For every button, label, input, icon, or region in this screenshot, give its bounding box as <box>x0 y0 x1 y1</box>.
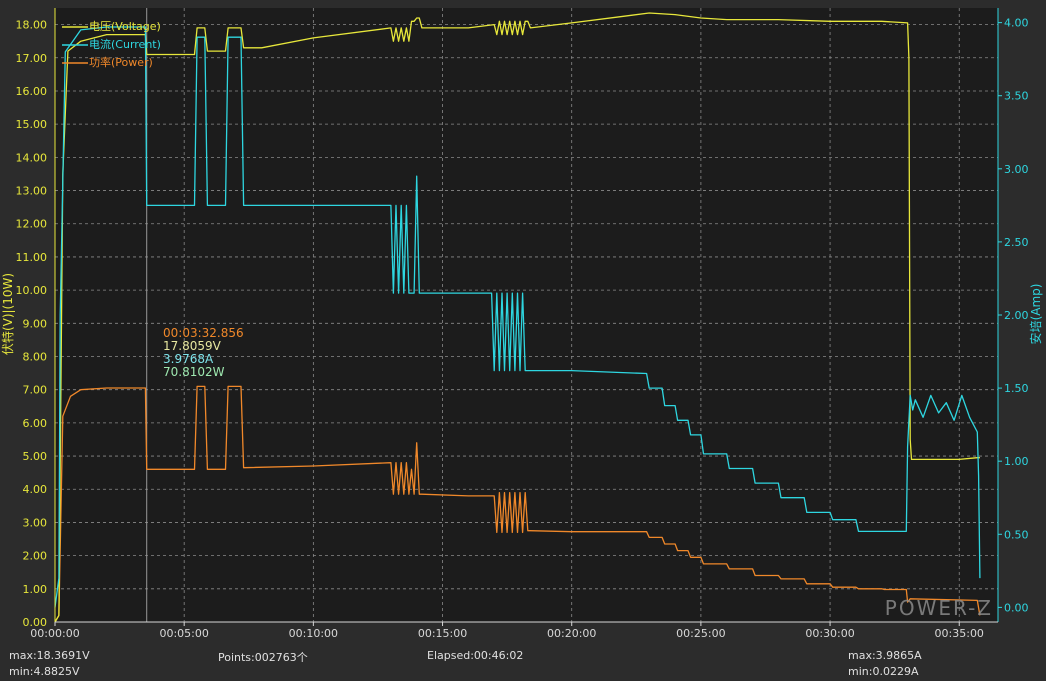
max-current: max:3.9865A <box>848 649 922 662</box>
y-tick-label: 9.00 <box>23 317 48 330</box>
readout-time: 00:03:32.856 <box>163 326 244 340</box>
y2-tick-label: 0.00 <box>1004 601 1029 614</box>
y-tick-label: 6.00 <box>23 417 48 430</box>
x-tick-label: 00:35:00 <box>935 627 984 640</box>
x-tick-label: 00:10:00 <box>289 627 338 640</box>
y-tick-label: 13.00 <box>16 185 48 198</box>
x-tick-label: 00:05:00 <box>159 627 208 640</box>
y-tick-label: 17.00 <box>16 52 48 65</box>
y-tick-label: 5.00 <box>23 450 48 463</box>
readout-current: 3.9768A <box>163 352 214 366</box>
y-tick-label: 4.00 <box>23 483 48 496</box>
y-tick-label: 16.00 <box>16 85 48 98</box>
x-tick-label: 00:15:00 <box>418 627 467 640</box>
y-tick-label: 12.00 <box>16 218 48 231</box>
power-z-logo: POWER-Z <box>885 596 993 620</box>
x-tick-label: 00:00:00 <box>30 627 79 640</box>
min-voltage: min:4.8825V <box>9 665 80 678</box>
y-tick-label: 8.00 <box>23 350 48 363</box>
points-count: Points:002763个 <box>218 651 308 664</box>
y2-tick-label: 1.00 <box>1004 455 1029 468</box>
status-bar: max:18.3691V min:4.8825V Points:002763个 … <box>0 644 1046 681</box>
left-axis-title: 伏特(V)|(10W) <box>0 273 15 355</box>
y2-tick-label: 4.00 <box>1004 17 1029 30</box>
readout-voltage: 17.8059V <box>163 339 222 353</box>
elapsed-time: Elapsed:00:46:02 <box>427 649 524 662</box>
y2-tick-label: 0.50 <box>1004 528 1029 541</box>
x-tick-label: 00:20:00 <box>547 627 596 640</box>
y-tick-label: 3.00 <box>23 516 48 529</box>
y2-tick-label: 3.50 <box>1004 90 1029 103</box>
x-tick-label: 00:25:00 <box>676 627 725 640</box>
max-voltage: max:18.3691V <box>9 649 90 662</box>
y-tick-label: 10.00 <box>16 284 48 297</box>
legend-label-power: 功率(Power) <box>89 55 153 69</box>
y2-tick-label: 3.00 <box>1004 163 1029 176</box>
readout-power: 70.8102W <box>163 365 225 379</box>
y2-tick-label: 2.00 <box>1004 309 1029 322</box>
y-tick-label: 18.00 <box>16 19 48 32</box>
y-tick-label: 14.00 <box>16 151 48 164</box>
right-axis-title: 安培(Amp) <box>1028 284 1043 345</box>
x-tick-label: 00:30:00 <box>805 627 854 640</box>
y-tick-label: 1.00 <box>23 583 48 596</box>
y2-tick-label: 1.50 <box>1004 382 1029 395</box>
min-current: min:0.0229A <box>848 665 919 678</box>
legend-label-voltage: 电压(Voltage) <box>89 20 161 33</box>
y-tick-label: 15.00 <box>16 118 48 131</box>
y-tick-label: 11.00 <box>16 251 48 264</box>
chart: 0.00 1.00 2.00 3.00 4.00 5.00 6.00 7.00 8.00 9.00… <box>0 0 1046 681</box>
y2-tick-label: 2.50 <box>1004 236 1029 249</box>
legend-label-current: 电流(Current) <box>89 37 161 51</box>
y-tick-label: 2.00 <box>23 550 48 563</box>
y-tick-label: 7.00 <box>23 384 48 397</box>
